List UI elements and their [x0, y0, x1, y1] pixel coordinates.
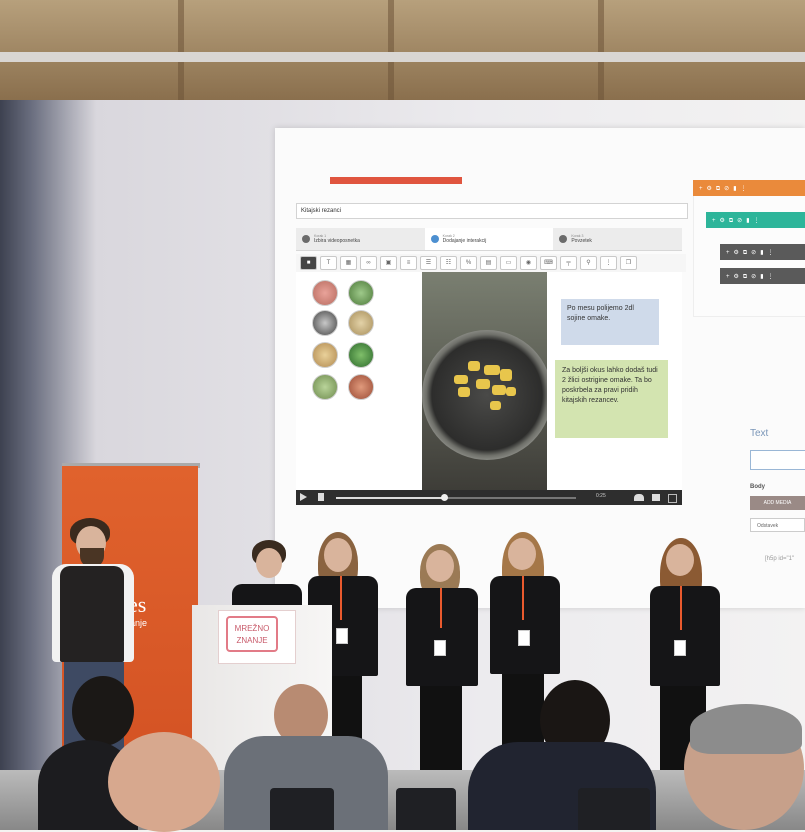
bullet-list-icon[interactable]: ☷: [440, 256, 457, 270]
noodle-pieces: [450, 357, 520, 412]
text-icon[interactable]: T: [320, 256, 337, 270]
panel-actions-icon: +⚙⧉⊘▮⋮: [726, 250, 778, 256]
panel-actions-icon: +⚙⧉⊘▮⋮: [712, 218, 764, 224]
text-heading: Text: [750, 428, 769, 439]
percent-icon[interactable]: %: [460, 256, 477, 270]
table-icon[interactable]: ▦: [340, 256, 357, 270]
ingredient-thumb[interactable]: [312, 310, 338, 336]
interaction-icon: [430, 235, 439, 243]
video-frame[interactable]: [422, 272, 547, 490]
tab-label: Izbira videoposnetka: [314, 238, 360, 244]
ceiling: [0, 0, 805, 100]
section-panel-dark[interactable]: +⚙⧉⊘▮⋮: [720, 244, 805, 260]
body-label: Body: [750, 484, 765, 490]
panel-actions-icon: +⚙⧉⊘▮⋮: [726, 274, 778, 280]
add-media-button[interactable]: ADD MEDIA: [750, 496, 805, 510]
chair: [578, 788, 650, 830]
separator-icon[interactable]: ╤: [560, 256, 577, 270]
numbered-list-icon[interactable]: ☰: [420, 256, 437, 270]
table2-icon[interactable]: ▤: [480, 256, 497, 270]
time-label: 0:25: [596, 493, 606, 499]
section-panel-dark[interactable]: +⚙⧉⊘▮⋮: [720, 268, 805, 284]
bookmark-icon[interactable]: [318, 493, 324, 501]
ingredient-thumb[interactable]: [312, 374, 338, 400]
more-icon[interactable]: ⋮: [600, 256, 617, 270]
step-tabs: Korak 1 Izbira videoposnetka Korak 2 Dodaj…: [296, 228, 682, 251]
audience-head: [72, 676, 134, 746]
ceiling-rail: [0, 52, 805, 62]
zoom-icon[interactable]: ⚲: [580, 256, 597, 270]
ingredient-thumb[interactable]: [312, 280, 338, 306]
copy-icon[interactable]: ❐: [620, 256, 637, 270]
speed-icon[interactable]: [634, 494, 644, 501]
tab-step-3[interactable]: Korak 3 Povzetek: [553, 228, 682, 250]
video-icon: [302, 235, 310, 243]
interaction-text-green[interactable]: Za boljši okus lahko dodaš tudi 2 žlici …: [555, 360, 668, 438]
progress-fill: [336, 497, 444, 499]
presenter-girl-3: [404, 544, 480, 794]
eye-icon[interactable]: ◉: [520, 256, 537, 270]
shortcode-text: [h5p id="1": [765, 556, 795, 562]
tab-step-2[interactable]: Korak 2 Dodajanje interakcij: [424, 228, 554, 250]
presenter-girl-1: [228, 540, 302, 624]
section-panel-teal[interactable]: +⚙⧉⊘▮⋮: [706, 212, 805, 228]
panel-actions-icon: +⚙⧉⊘▮⋮: [699, 186, 751, 192]
video-player-controls: 0:25: [296, 490, 682, 505]
ingredient-thumb[interactable]: [312, 342, 338, 368]
summary-icon: [559, 235, 568, 243]
audience-head: [108, 732, 220, 832]
audience-hair: [690, 704, 802, 754]
ingredient-thumb[interactable]: [348, 374, 374, 400]
fullscreen-icon[interactable]: [668, 494, 677, 503]
progress-handle[interactable]: [441, 494, 448, 501]
chair: [270, 788, 334, 830]
paragraph-select[interactable]: Odstavek: [750, 518, 805, 532]
list-icon[interactable]: ≡: [400, 256, 417, 270]
interaction-toolbar: ■ T ▦ ∞ ▣ ≡ ☰ ☷ % ▤ ▭ ◉ ⌨ ╤ ⚲ ⋮ ❐: [296, 254, 686, 272]
volume-icon[interactable]: [652, 494, 660, 501]
header-accent-bar: [330, 177, 462, 184]
ingredient-thumb[interactable]: [348, 280, 374, 306]
bold-icon[interactable]: ■: [300, 256, 317, 270]
ingredient-thumb[interactable]: [348, 310, 374, 336]
section-panel-orange[interactable]: +⚙⧉⊘▮⋮: [693, 180, 805, 196]
tab-label: Dodajanje interakcij: [442, 238, 487, 244]
play-icon[interactable]: [300, 493, 307, 501]
ingredient-thumb[interactable]: [348, 342, 374, 368]
link-icon[interactable]: ∞: [360, 256, 377, 270]
ingredient-thumbnails: [296, 272, 422, 490]
tab-step-1[interactable]: Korak 1 Izbira videoposnetka: [296, 228, 425, 250]
interaction-text-blue[interactable]: Po mesu polijemo 2dl sojine omake.: [561, 299, 659, 345]
podium-logo-text: MREŽNO ZNANJE: [226, 616, 278, 652]
text-field[interactable]: [750, 450, 805, 470]
title-input[interactable]: Kitajski rezanci: [296, 203, 688, 219]
chair: [396, 788, 456, 830]
speech-bubble-icon[interactable]: ▭: [500, 256, 517, 270]
tab-label: Povzetek: [571, 238, 592, 244]
keyboard-icon[interactable]: ⌨: [540, 256, 557, 270]
image-icon[interactable]: ▣: [380, 256, 397, 270]
